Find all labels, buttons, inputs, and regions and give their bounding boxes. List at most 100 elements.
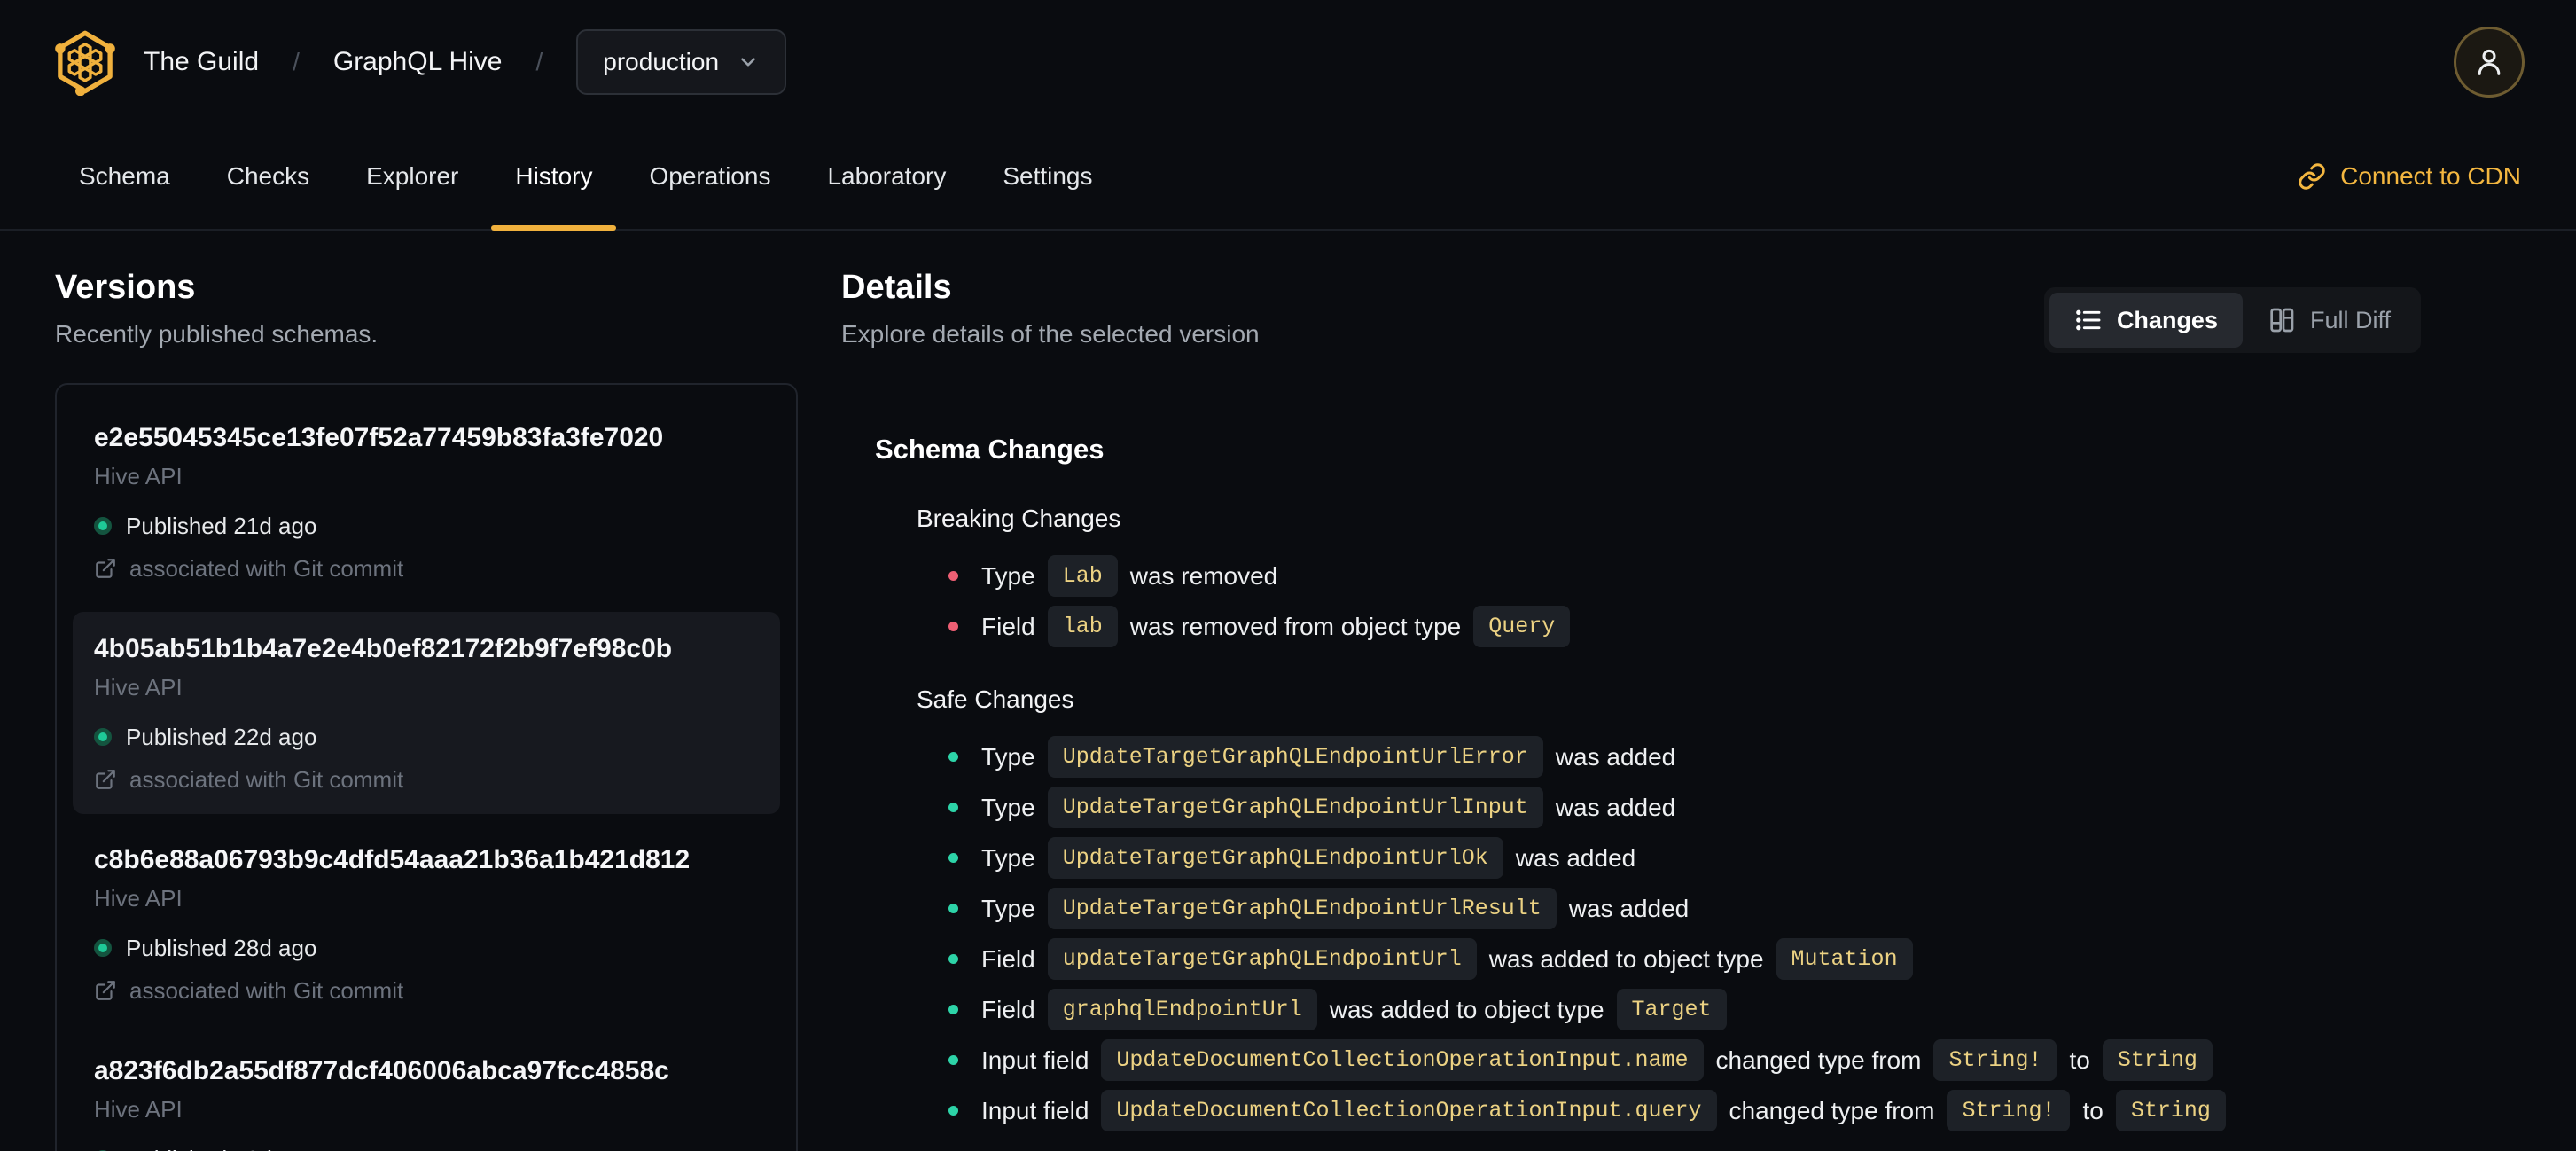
change-row-content: Type UpdateTargetGraphQLEndpointUrlOk was … [981,837,1635,879]
nav-tab[interactable]: History [491,124,617,231]
nav-tab-label: Explorer [366,162,459,190]
change-row-content: Field lab was removed from object type Quer… [981,606,1571,647]
version-item[interactable]: 4b05ab51b1b4a7e2e4b0ef82172f2b9f7ef98c0b… [73,612,780,814]
code-badge: String [2102,1039,2213,1081]
schema-changes-title: Schema Changes [875,434,1105,465]
change-text: to [2069,1045,2090,1074]
change-text: Field [981,944,1035,973]
version-item[interactable]: e2e55045345ce13fe07f52a77459b83fa3fe7020… [73,401,780,603]
change-row: Field updateTargetGraphQLEndpointUrl was a… [948,938,2523,980]
git-commit-link[interactable]: associated with Git commit [94,977,759,1004]
change-row: Type UpdateTargetGraphQLEndpointUrlError w… [948,736,2523,778]
link-icon [2299,163,2325,190]
nav-tab-label: History [515,162,593,190]
user-menu-button[interactable] [2454,27,2525,98]
nav-tab[interactable]: Checks [203,124,333,229]
change-row-content: Type UpdateTargetGraphQLEndpointUrlInput w… [981,787,1675,828]
version-hash: e2e55045345ce13fe07f52a77459b83fa3fe7020 [94,423,664,452]
full-diff-view-button[interactable]: Full Diff [2243,293,2416,348]
version-item[interactable]: a823f6db2a55df877dcf406006abca97fcc4858c… [73,1034,780,1151]
version-status: Published 22d ago [94,724,759,750]
published-dot-icon [94,939,112,957]
external-link-icon [96,981,115,1000]
code-badge: String [2115,1090,2226,1131]
code-badge: String! [1947,1090,2071,1131]
code-badge: Mutation [1776,938,1913,980]
changes-sections: Breaking Changes Type Lab was removed Field… [875,504,2523,1131]
change-row: Type UpdateTargetGraphQLEndpointUrlOk was … [948,837,2523,879]
details-title: Details [841,269,952,306]
nav-tab-label: Schema [79,162,170,190]
nav-tab[interactable]: Explorer [342,124,482,229]
breadcrumb-org[interactable]: The Guild [144,47,259,77]
change-text: Type [981,843,1035,872]
nav-tab[interactable]: Operations [625,124,794,229]
list-icon [2076,309,2101,331]
version-service: Hive API [94,1096,183,1123]
details-header: Details Explore details of the selected … [841,268,2523,353]
breaking-bullet-icon [948,622,958,631]
breadcrumb-separator: / [293,48,300,75]
change-text: was added to object type [1329,995,1604,1023]
safe-bullet-icon [948,1005,958,1014]
changes-view-button[interactable]: Changes [2049,293,2243,348]
change-row: Input field UpdateDocumentCollectionOpera… [948,1090,2523,1131]
git-commit-link[interactable]: associated with Git commit [94,555,759,582]
main-content: Versions Recently published schemas. e2e… [0,231,2576,1151]
change-row: Field graphqlEndpointUrl was added to obje… [948,989,2523,1030]
nav-tab-label: Operations [649,162,771,190]
change-row: Field lab was removed from object type Quer… [948,606,2523,647]
version-status-label: Published 40d ago [126,1146,316,1151]
code-badge: lab [1047,606,1118,647]
change-text: changed type from [1729,1096,1935,1124]
code-badge: Query [1473,606,1571,647]
change-section-title: Safe Changes [917,685,1074,713]
change-list: Type Lab was removed Field lab was removed fr… [948,555,2523,647]
code-badge: UpdateTargetGraphQLEndpointUrlResult [1047,888,1557,929]
code-badge: UpdateTargetGraphQLEndpointUrlOk [1047,837,1503,879]
change-text: was added [1555,742,1676,771]
change-text: Type [981,894,1035,922]
change-text: Input field [981,1045,1089,1074]
safe-bullet-icon [948,1055,958,1065]
change-text: was removed [1129,561,1278,590]
safe-bullet-icon [948,954,958,964]
nav-tab[interactable]: Laboratory [803,124,970,229]
changes-view-label: Changes [2116,306,2218,333]
version-status-label: Published 22d ago [126,724,317,750]
code-badge: String! [1933,1039,2057,1081]
change-section: Breaking Changes Type Lab was removed Field… [917,504,2523,647]
breadcrumb-project[interactable]: GraphQL Hive [333,47,503,77]
version-service: Hive API [94,674,183,701]
versions-subtitle: Recently published schemas. [55,320,379,348]
change-row-content: Type UpdateTargetGraphQLEndpointUrlError w… [981,736,1675,778]
change-row: Type UpdateTargetGraphQLEndpointUrlResult… [948,888,2523,929]
change-text: to [2082,1096,2104,1124]
change-row-content: Type Lab was removed [981,555,1277,597]
git-commit-link[interactable]: associated with Git commit [94,766,759,793]
version-item[interactable]: c8b6e88a06793b9c4dfd54aaa21b36a1b421d812… [73,823,780,1025]
target-dropdown[interactable]: production [576,29,787,95]
code-badge: UpdateTargetGraphQLEndpointUrlInput [1047,787,1543,828]
git-commit-label: associated with Git commit [129,977,404,1004]
change-row-content: Field graphqlEndpointUrl was added to obje… [981,989,1727,1030]
breaking-bullet-icon [948,571,958,581]
nav-tab[interactable]: Schema [55,124,194,229]
details-subtitle: Explore details of the selected version [841,320,1260,348]
change-row: Input field UpdateDocumentCollectionOpera… [948,1039,2523,1081]
git-commit-label: associated with Git commit [129,766,404,793]
nav-tab[interactable]: Settings [979,124,1116,229]
change-text: was added [1555,793,1676,821]
version-status: Published 21d ago [94,513,759,539]
connect-to-cdn-button[interactable]: Connect to CDN [2298,124,2521,229]
code-badge: Target [1616,989,1727,1030]
version-status-label: Published 21d ago [126,513,317,539]
version-hash: 4b05ab51b1b4a7e2e4b0ef82172f2b9f7ef98c0b [94,634,673,663]
change-text: Type [981,561,1035,590]
change-section: Safe Changes Type UpdateTargetGraphQLEndp… [917,685,2523,1131]
change-text: Field [981,995,1035,1023]
change-row-content: Field updateTargetGraphQLEndpointUrl was a… [981,938,1913,980]
nav-tabs: Schema Checks Explorer History Operation… [55,124,1117,231]
hive-logo-icon[interactable] [51,27,119,98]
versions-panel: Versions Recently published schemas. e2e… [55,268,798,1151]
